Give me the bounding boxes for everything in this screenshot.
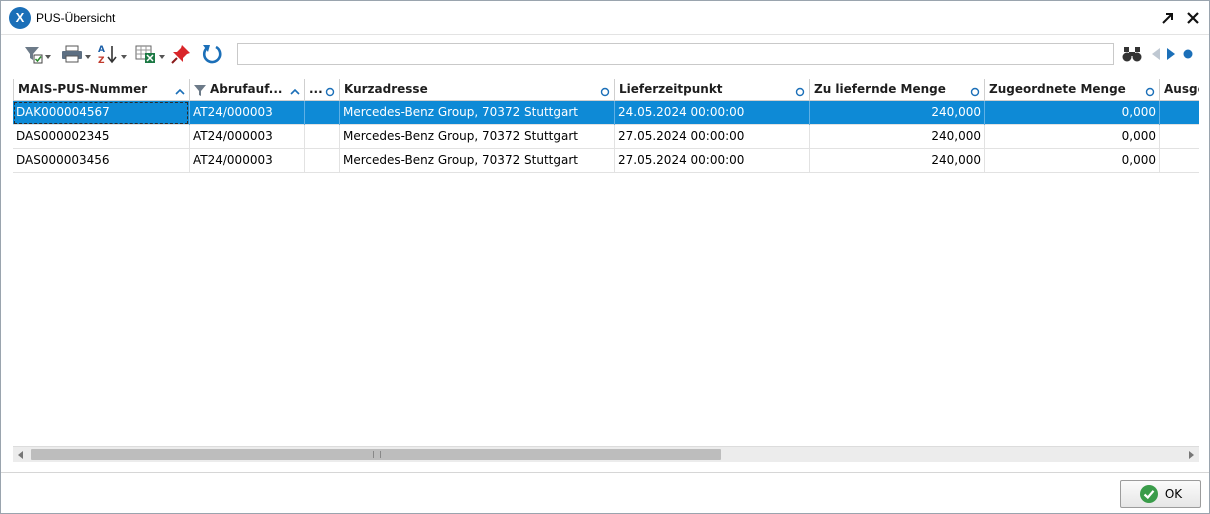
- svg-text:Z: Z: [98, 56, 105, 65]
- cell-adresse[interactable]: Mercedes-Benz Group, 70372 Stuttgart: [339, 125, 614, 149]
- cell-abruf[interactable]: AT24/000003: [189, 125, 304, 149]
- window-title: PUS-Übersicht: [36, 11, 116, 25]
- cell-ausge[interactable]: [1159, 101, 1199, 125]
- cell-nummer[interactable]: DAS000003456: [13, 149, 189, 173]
- cell-liefer[interactable]: 24.05.2024 00:00:00: [614, 101, 809, 125]
- cell-liefer[interactable]: 27.05.2024 00:00:00: [614, 149, 809, 173]
- x-logo-icon: X: [9, 7, 31, 29]
- cell-extra[interactable]: [304, 101, 339, 125]
- close-icon[interactable]: [1184, 9, 1202, 27]
- footer-divider: [1, 472, 1209, 473]
- title-bar: X PUS-Übersicht: [1, 1, 1209, 35]
- pin-icon: [171, 44, 191, 67]
- circle-icon[interactable]: [325, 83, 335, 101]
- cell-nummer[interactable]: DAK000004567: [13, 101, 189, 125]
- circle-icon[interactable]: [1145, 83, 1155, 101]
- filter-icon[interactable]: [194, 83, 206, 101]
- cell-adresse[interactable]: Mercedes-Benz Group, 70372 Stuttgart: [339, 101, 614, 125]
- column-header-ausge[interactable]: Ausge: [1159, 79, 1199, 101]
- cell-zu-liefern[interactable]: 240,000: [809, 149, 984, 173]
- table-row[interactable]: DAS000002345 AT24/000003 Mercedes-Benz G…: [13, 125, 1199, 149]
- table-row[interactable]: DAK000004567 AT24/000003 Mercedes-Benz G…: [13, 101, 1199, 125]
- column-header-zu-liefernde-menge[interactable]: Zu liefernde Menge: [809, 79, 984, 101]
- cell-zu-liefern[interactable]: 240,000: [809, 125, 984, 149]
- nav-dot-button[interactable]: [1183, 43, 1193, 67]
- cell-extra[interactable]: [304, 125, 339, 149]
- cell-extra[interactable]: [304, 149, 339, 173]
- circle-icon[interactable]: [600, 83, 610, 101]
- table-header: MAIS-PUS-Nummer Abrufauf... ... Kurzadre…: [13, 79, 1199, 101]
- column-header-mais-pus-nummer[interactable]: MAIS-PUS-Nummer: [13, 79, 189, 101]
- sort-az-icon: AZ: [97, 43, 119, 68]
- column-header-kurzadresse[interactable]: Kurzadresse: [339, 79, 614, 101]
- sort-up-icon[interactable]: [175, 83, 185, 101]
- print-button[interactable]: [61, 43, 91, 67]
- nav-dot-icon: [1183, 48, 1193, 62]
- excel-export-button[interactable]: [135, 43, 165, 67]
- excel-export-icon: [135, 44, 157, 67]
- refresh-button[interactable]: [201, 43, 223, 67]
- filter-check-icon: [23, 44, 43, 67]
- cell-zu-liefern[interactable]: 240,000: [809, 101, 984, 125]
- search-button[interactable]: [1122, 43, 1142, 67]
- nav-next-button[interactable]: [1166, 43, 1176, 67]
- scroll-thumb[interactable]: [31, 449, 721, 460]
- ok-label: OK: [1164, 487, 1183, 501]
- sort-button[interactable]: AZ: [97, 43, 127, 67]
- column-header-extra[interactable]: ...: [304, 79, 339, 101]
- printer-icon: [61, 44, 83, 67]
- svg-text:A: A: [98, 45, 105, 55]
- cell-zugeordnet[interactable]: 0,000: [984, 125, 1159, 149]
- table-row[interactable]: DAS000003456 AT24/000003 Mercedes-Benz G…: [13, 149, 1199, 173]
- cell-adresse[interactable]: Mercedes-Benz Group, 70372 Stuttgart: [339, 149, 614, 173]
- arrow-up-right-icon[interactable]: [1159, 9, 1177, 27]
- cell-zugeordnet[interactable]: 0,000: [984, 101, 1159, 125]
- sort-up-icon[interactable]: [290, 83, 300, 101]
- filter-check-button[interactable]: [23, 43, 51, 67]
- filter-input[interactable]: [237, 43, 1114, 65]
- nav-next-icon: [1166, 47, 1176, 64]
- cell-liefer[interactable]: 27.05.2024 00:00:00: [614, 125, 809, 149]
- cell-abruf[interactable]: AT24/000003: [189, 149, 304, 173]
- toolbar: AZ: [1, 36, 1209, 76]
- cell-abruf[interactable]: AT24/000003: [189, 101, 304, 125]
- horizontal-scrollbar[interactable]: [13, 446, 1199, 462]
- pin-button[interactable]: [171, 43, 191, 67]
- column-header-abrufauftrag[interactable]: Abrufauf...: [189, 79, 304, 101]
- circle-icon[interactable]: [795, 83, 805, 101]
- check-circle-icon: [1139, 484, 1159, 504]
- cell-ausge[interactable]: [1159, 125, 1199, 149]
- column-header-zugeordnete-menge[interactable]: Zugeordnete Menge: [984, 79, 1159, 101]
- cell-nummer[interactable]: DAS000002345: [13, 125, 189, 149]
- pus-overview-window: X PUS-Übersicht AZ MAIS-PUS-Nummer Abruf…: [0, 0, 1210, 514]
- cell-ausge[interactable]: [1159, 149, 1199, 173]
- refresh-icon: [201, 43, 223, 68]
- column-header-lieferzeitpunkt[interactable]: Lieferzeitpunkt: [614, 79, 809, 101]
- scroll-right-icon[interactable]: [1189, 451, 1194, 459]
- circle-icon[interactable]: [970, 83, 980, 101]
- pus-table: MAIS-PUS-Nummer Abrufauf... ... Kurzadre…: [13, 79, 1199, 446]
- scroll-left-icon[interactable]: [18, 451, 23, 459]
- cell-zugeordnet[interactable]: 0,000: [984, 149, 1159, 173]
- binoculars-icon: [1122, 45, 1142, 66]
- ok-button[interactable]: OK: [1120, 480, 1201, 508]
- nav-prev-icon: [1151, 47, 1161, 64]
- nav-prev-button[interactable]: [1151, 43, 1161, 67]
